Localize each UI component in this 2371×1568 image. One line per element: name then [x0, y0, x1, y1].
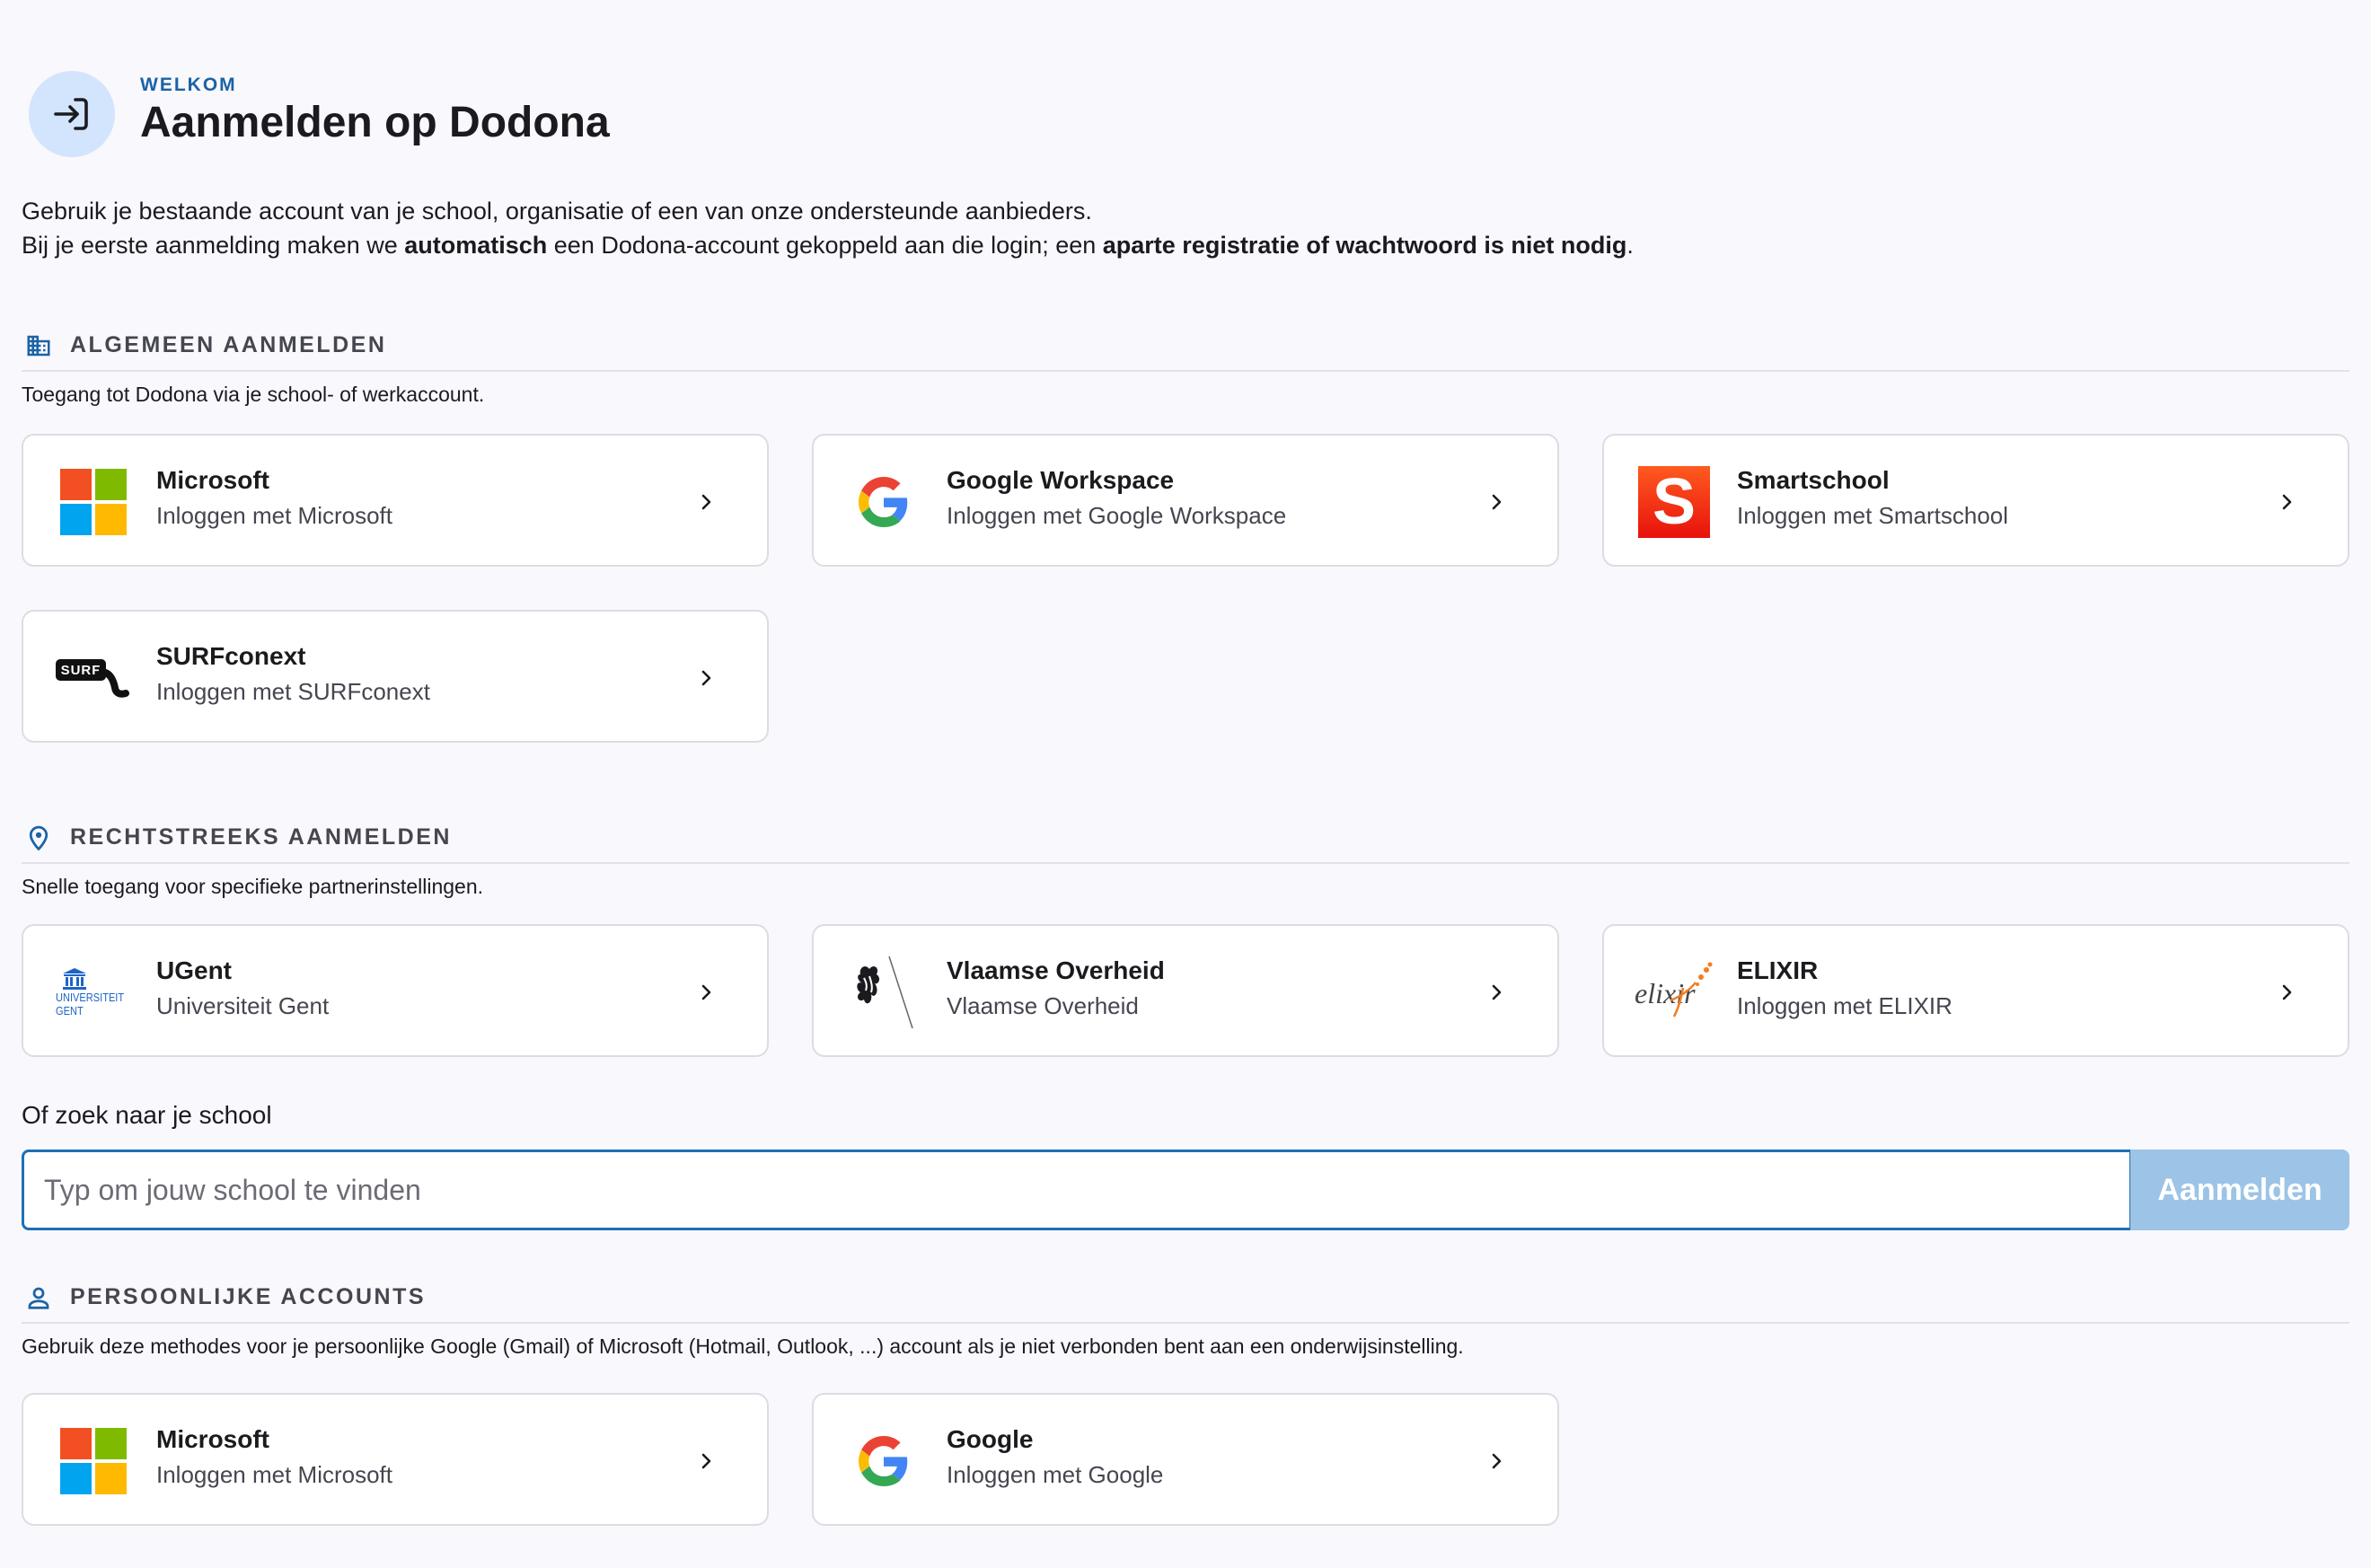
ugent-logo-icon: UNIVERSITEIT GENT — [54, 953, 133, 1032]
chevron-right-icon — [2270, 486, 2303, 518]
card-subtitle: Inloggen met ELIXIR — [1737, 992, 1952, 1019]
intro-bold-automatic: automatisch — [404, 232, 548, 259]
section-desc-general: Toegang tot Dodona via je school- of wer… — [22, 383, 485, 406]
location-pin-icon — [23, 823, 54, 853]
login-card-personal-google[interactable]: Google Inloggen met Google — [812, 1393, 1559, 1526]
chevron-right-icon — [1480, 1445, 1512, 1477]
intro-bold-no-registration: aparte registratie of wachtwoord is niet… — [1102, 232, 1627, 259]
person-icon — [23, 1282, 54, 1313]
card-title: Microsoft — [156, 466, 269, 494]
card-subtitle: Vlaamse Overheid — [947, 992, 1139, 1019]
card-title: Smartschool — [1737, 466, 1890, 494]
chevron-right-icon — [690, 976, 722, 1009]
section-desc-direct: Snelle toegang voor specifieke partnerin… — [22, 875, 483, 898]
welcome-eyebrow: WELKOM — [140, 75, 237, 95]
card-title: Vlaamse Overheid — [947, 956, 1165, 984]
chevron-right-icon — [690, 486, 722, 518]
microsoft-logo-icon — [54, 1422, 133, 1501]
card-subtitle: Inloggen met Smartschool — [1737, 502, 2009, 529]
card-subtitle: Inloggen met Microsoft — [156, 1461, 393, 1488]
school-search-input[interactable] — [22, 1150, 2132, 1230]
login-card-surfconext[interactable]: SURF SURFconext Inloggen met SURFconext — [22, 610, 769, 743]
school-login-button[interactable]: Aanmelden — [2130, 1150, 2349, 1230]
section-header-personal: PERSOONLIJKE ACCOUNTS — [22, 1266, 2349, 1324]
card-subtitle: Inloggen met SURFconext — [156, 678, 430, 705]
login-card-google-workspace[interactable]: Google Workspace Inloggen met Google Wor… — [812, 434, 1559, 567]
building-icon — [23, 330, 54, 361]
intro-line-2: Bij je eerste aanmelding maken we automa… — [22, 228, 1634, 262]
login-card-personal-microsoft[interactable]: Microsoft Inloggen met Microsoft — [22, 1393, 769, 1526]
ugent-logo-text-2: GENT — [56, 1004, 84, 1017]
chevron-right-icon — [690, 662, 722, 694]
smartschool-logo-letter: S — [1652, 466, 1697, 538]
chevron-right-icon — [690, 1445, 722, 1477]
surf-logo-text: SURF — [60, 662, 101, 678]
login-card-microsoft[interactable]: Microsoft Inloggen met Microsoft — [22, 434, 769, 567]
card-title: Google Workspace — [947, 466, 1175, 494]
login-card-vlaamse-overheid[interactable]: Vlaamse Overheid Vlaamse Overheid — [812, 924, 1559, 1057]
card-title: SURFconext — [156, 642, 306, 670]
page-header: WELKOM Aanmelden op Dodona — [29, 71, 837, 161]
google-logo-icon — [844, 1422, 923, 1501]
google-logo-icon — [844, 462, 923, 542]
card-title: ELIXIR — [1737, 956, 1819, 984]
login-card-smartschool[interactable]: S Smartschool Inloggen met Smartschool — [1602, 434, 2349, 567]
card-subtitle: Inloggen met Google — [947, 1461, 1164, 1488]
card-title: Microsoft — [156, 1425, 269, 1453]
login-card-elixir[interactable]: elixir ELIXIR Inloggen met ELIXIR — [1602, 924, 2349, 1057]
elixir-logo-icon: elixir — [1635, 953, 1714, 1032]
ugent-logo-text-1: UNIVERSITEIT — [56, 991, 125, 1004]
chevron-right-icon — [1480, 486, 1512, 518]
page-title: Aanmelden op Dodona — [140, 99, 610, 146]
section-title-general: ALGEMEEN AANMELDEN — [70, 332, 387, 357]
login-card-ugent[interactable]: UNIVERSITEIT GENT UGent Universiteit Gen… — [22, 924, 769, 1057]
smartschool-logo-icon: S — [1635, 462, 1714, 542]
card-subtitle: Universiteit Gent — [156, 992, 330, 1019]
section-header-direct: RECHTSTREEKS AANMELDEN — [22, 806, 2349, 864]
card-title: Google — [947, 1425, 1034, 1453]
section-header-general: ALGEMEEN AANMELDEN — [22, 314, 2349, 372]
intro-line-2-part: . — [1626, 232, 1634, 259]
section-desc-personal: Gebruik deze methodes voor je persoonlij… — [22, 1335, 1464, 1358]
card-subtitle: Inloggen met Microsoft — [156, 502, 393, 529]
card-title: UGent — [156, 956, 232, 984]
section-title-personal: PERSOONLIJKE ACCOUNTS — [70, 1284, 427, 1309]
card-subtitle: Inloggen met Google Workspace — [947, 502, 1287, 529]
school-search-label: Of zoek naar je school — [22, 1101, 272, 1129]
flemish-lion-icon — [844, 953, 923, 1032]
intro-line-2-part: Bij je eerste aanmelding maken we — [22, 232, 405, 259]
login-icon — [29, 71, 115, 157]
chevron-right-icon — [1480, 976, 1512, 1009]
intro-line-2-part: een Dodona-account gekoppeld aan die log… — [547, 232, 1103, 259]
chevron-right-icon — [2270, 976, 2303, 1009]
intro-line-1: Gebruik je bestaande account van je scho… — [22, 198, 1092, 225]
intro-text: Gebruik je bestaande account van je scho… — [22, 194, 1634, 262]
section-title-direct: RECHTSTREEKS AANMELDEN — [70, 824, 452, 850]
microsoft-logo-icon — [54, 462, 133, 542]
surf-logo-icon: SURF — [54, 639, 133, 718]
